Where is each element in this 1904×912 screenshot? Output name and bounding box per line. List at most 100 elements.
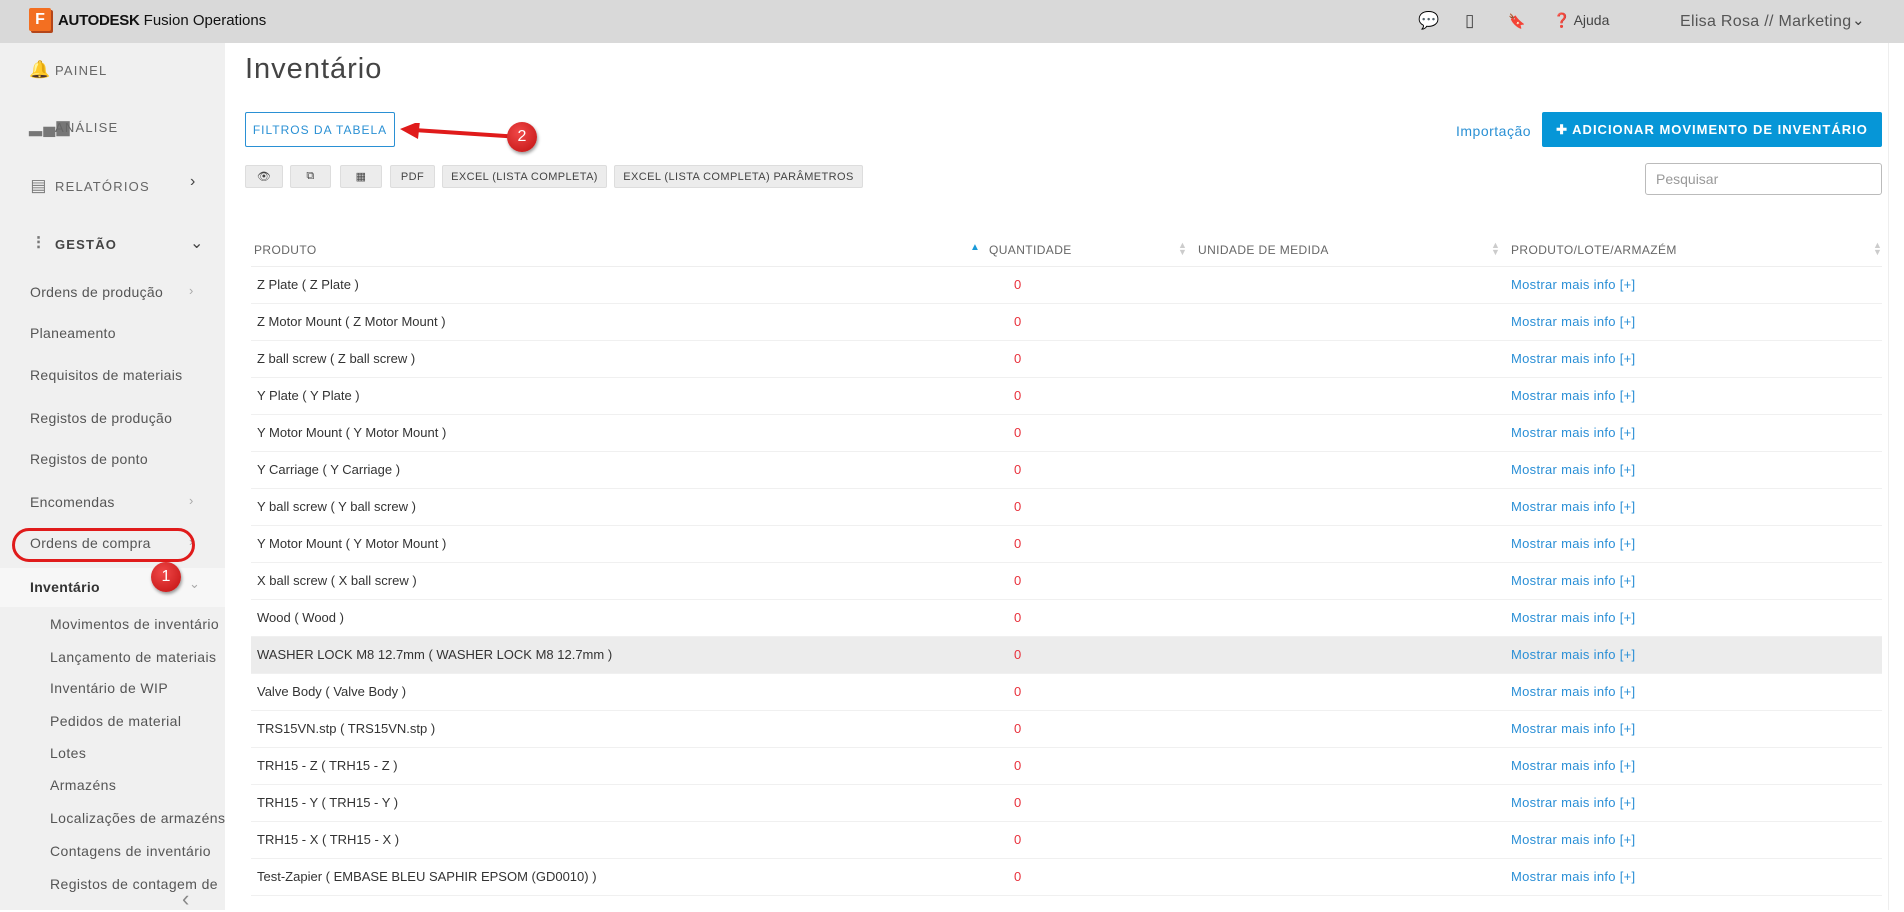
sidebar-section-analise[interactable]: ▂▄▆ ANÁLISE: [29, 117, 118, 137]
show-more-info-link[interactable]: Mostrar mais info [+]: [1511, 351, 1635, 366]
product-name: X ball screw ( X ball screw ): [257, 573, 417, 588]
sidebar-section-gestao[interactable]: ⫶ GESTÃO: [29, 234, 117, 254]
show-more-info-link[interactable]: Mostrar mais info [+]: [1511, 573, 1635, 588]
reports-icon: ▤: [30, 176, 48, 195]
show-more-info-link[interactable]: Mostrar mais info [+]: [1511, 388, 1635, 403]
chat-icon[interactable]: 💬: [1418, 11, 1439, 31]
sidebar-item-registos-producao[interactable]: Registos de produção: [30, 410, 172, 426]
table-row[interactable]: TRS15VN.stp ( TRS15VN.stp ) 0 Mostrar mais…: [251, 711, 1882, 748]
help-link[interactable]: ❓ Ajuda: [1553, 12, 1609, 29]
import-link[interactable]: Importação: [1456, 123, 1531, 139]
table-icon: ▦: [355, 171, 367, 183]
table-row[interactable]: TRH15 - Z ( TRH15 - Z ) 0 Mostrar mais inf…: [251, 748, 1882, 785]
show-more-info-link[interactable]: Mostrar mais info [+]: [1511, 536, 1635, 551]
pdf-button[interactable]: PDF: [390, 165, 435, 188]
table-row[interactable]: Z ball screw ( Z ball screw ) 0 Mostrar ma…: [251, 341, 1882, 378]
table-row[interactable]: WASHER LOCK M8 12.7mm ( WASHER LOCK M8 1…: [251, 637, 1882, 674]
product-name: Valve Body ( Valve Body ): [257, 684, 407, 699]
add-inventory-movement-button[interactable]: ✚ ADICIONAR MOVIMENTO DE INVENTÁRIO: [1542, 112, 1882, 147]
product-name: Y Motor Mount ( Y Motor Mount ): [257, 536, 447, 551]
sidebar-item-ordens-producao[interactable]: Ordens de produção: [30, 284, 163, 300]
sidebar-subitem-localizacoes[interactable]: Localizações de armazéns: [50, 810, 225, 826]
show-more-info-link[interactable]: Mostrar mais info [+]: [1511, 277, 1635, 292]
quantity-value: 0: [1014, 351, 1022, 366]
show-more-info-link[interactable]: Mostrar mais info [+]: [1511, 314, 1635, 329]
bell-icon: 🔔: [29, 60, 52, 79]
sidebar-subitem-movimentos[interactable]: Movimentos de inventário: [50, 616, 225, 632]
column-header-unidade[interactable]: UNIDADE DE MEDIDA: [1198, 243, 1329, 257]
sidebar-section-relatorios[interactable]: ▤ RELATÓRIOS: [29, 176, 150, 196]
column-header-quantidade[interactable]: QUANTIDADE: [989, 243, 1072, 257]
column-header-produto[interactable]: PRODUTO: [254, 243, 317, 257]
table-row[interactable]: Test-Zapier ( EMBASE BLEU SAPHIR EPSOM (…: [251, 859, 1882, 896]
product-name: Y Plate ( Y Plate ): [257, 388, 360, 403]
show-more-info-link[interactable]: Mostrar mais info [+]: [1511, 758, 1635, 773]
show-more-info-link[interactable]: Mostrar mais info [+]: [1511, 721, 1635, 736]
sidebar-item-planeamento[interactable]: Planeamento: [30, 325, 116, 341]
column-visibility-button[interactable]: 👁: [245, 165, 283, 188]
table-row[interactable]: X ball screw ( X ball screw ) 0 Mostrar ma…: [251, 563, 1882, 600]
bookmark-icon[interactable]: 🔖: [1508, 13, 1525, 30]
table-row[interactable]: Y Motor Mount ( Y Motor Mount ) 0 Mostrar …: [251, 415, 1882, 452]
user-menu[interactable]: Elisa Rosa // Marketing: [1680, 13, 1851, 31]
sort-icon[interactable]: ▲ ▼: [1491, 241, 1500, 257]
collapse-sidebar-icon[interactable]: ‹: [182, 886, 189, 912]
fusion-logo-icon: F: [29, 8, 51, 31]
sort-asc-icon[interactable]: ▲: [970, 242, 980, 253]
table-row[interactable]: TRH15 - Y ( TRH15 - Y ) 0 Mostrar mais inf…: [251, 785, 1882, 822]
table-row[interactable]: Y Motor Mount ( Y Motor Mount ) 0 Mostrar …: [251, 526, 1882, 563]
sidebar-subitem-lancamento[interactable]: Lançamento de materiais: [50, 649, 225, 665]
annotation-badge-1: 1: [151, 562, 181, 592]
sidebar-subitem-registos-contagem[interactable]: Registos de contagem de: [50, 876, 225, 892]
table-row[interactable]: Wood ( Wood ) 0 Mostrar mais info [+]: [251, 600, 1882, 637]
show-more-info-link[interactable]: Mostrar mais info [+]: [1511, 795, 1635, 810]
sidebar-subitem-contagens[interactable]: Contagens de inventário: [50, 843, 225, 859]
show-more-info-link[interactable]: Mostrar mais info [+]: [1511, 684, 1635, 699]
excel-params-button[interactable]: EXCEL (LISTA COMPLETA) PARÂMETROS: [614, 165, 863, 188]
sidebar-item-requisitos[interactable]: Requisitos de materiais: [30, 367, 182, 383]
quantity-value: 0: [1014, 684, 1022, 699]
product-name: Y Carriage ( Y Carriage ): [257, 462, 401, 477]
column-header-produto-lote-armazem[interactable]: PRODUTO/LOTE/ARMAZÉM: [1511, 243, 1677, 257]
sidebar-subitem-wip[interactable]: Inventário de WIP: [50, 680, 225, 696]
table-filters-button[interactable]: FILTROS DA TABELA: [245, 112, 395, 147]
copy-icon: ⧉: [306, 170, 315, 182]
show-more-info-link[interactable]: Mostrar mais info [+]: [1511, 869, 1635, 884]
quantity-value: 0: [1014, 610, 1022, 625]
show-more-info-link[interactable]: Mostrar mais info [+]: [1511, 425, 1635, 440]
table-row[interactable]: TRH15 - X ( TRH15 - X ) 0 Mostrar mais inf…: [251, 822, 1882, 859]
chevron-right-icon: ›: [189, 283, 194, 298]
sidebar-item-registos-ponto[interactable]: Registos de ponto: [30, 451, 148, 467]
sort-icon[interactable]: ▲ ▼: [1178, 241, 1187, 257]
mobile-icon[interactable]: ▯: [1465, 11, 1474, 31]
copy-button[interactable]: ⧉: [290, 165, 331, 188]
sidebar-item-inventario[interactable]: Inventário: [30, 579, 100, 595]
table-row[interactable]: Z Motor Mount ( Z Motor Mount ) 0 Mostrar …: [251, 304, 1882, 341]
sort-icon[interactable]: ▲ ▼: [1873, 241, 1882, 257]
eye-icon: 👁: [256, 171, 272, 183]
show-more-info-link[interactable]: Mostrar mais info [+]: [1511, 499, 1635, 514]
show-more-info-link[interactable]: Mostrar mais info [+]: [1511, 610, 1635, 625]
product-name: Wood ( Wood ): [257, 610, 344, 625]
scrollbar-track[interactable]: [1888, 43, 1889, 910]
sidebar-section-painel[interactable]: 🔔 PAINEL: [29, 60, 107, 80]
sidebar-subitem-lotes[interactable]: Lotes: [50, 745, 225, 761]
quantity-value: 0: [1014, 869, 1022, 884]
table-row[interactable]: Y Carriage ( Y Carriage ) 0 Mostrar mais i…: [251, 452, 1882, 489]
quantity-value: 0: [1014, 647, 1022, 662]
chevron-down-icon[interactable]: ⌄: [1852, 11, 1865, 29]
table-row[interactable]: Y ball screw ( Y ball screw ) 0 Mostrar ma…: [251, 489, 1882, 526]
show-more-info-link[interactable]: Mostrar mais info [+]: [1511, 647, 1635, 662]
search-input[interactable]: [1645, 163, 1882, 195]
excel-full-button[interactable]: EXCEL (LISTA COMPLETA): [442, 165, 607, 188]
sidebar-subitem-pedidos[interactable]: Pedidos de material: [50, 713, 225, 729]
sidebar-item-encomendas[interactable]: Encomendas: [30, 494, 115, 510]
table-row[interactable]: Y Plate ( Y Plate ) 0 Mostrar mais info [+…: [251, 378, 1882, 415]
csv-button[interactable]: ▦: [340, 165, 382, 188]
sidebar-subitem-armazens[interactable]: Armazéns: [50, 777, 225, 793]
table-row[interactable]: Valve Body ( Valve Body ) 0 Mostrar mais i…: [251, 674, 1882, 711]
table-row[interactable]: Z Plate ( Z Plate ) 0 Mostrar mais info [+…: [251, 267, 1882, 304]
quantity-value: 0: [1014, 462, 1022, 477]
show-more-info-link[interactable]: Mostrar mais info [+]: [1511, 832, 1635, 847]
show-more-info-link[interactable]: Mostrar mais info [+]: [1511, 462, 1635, 477]
